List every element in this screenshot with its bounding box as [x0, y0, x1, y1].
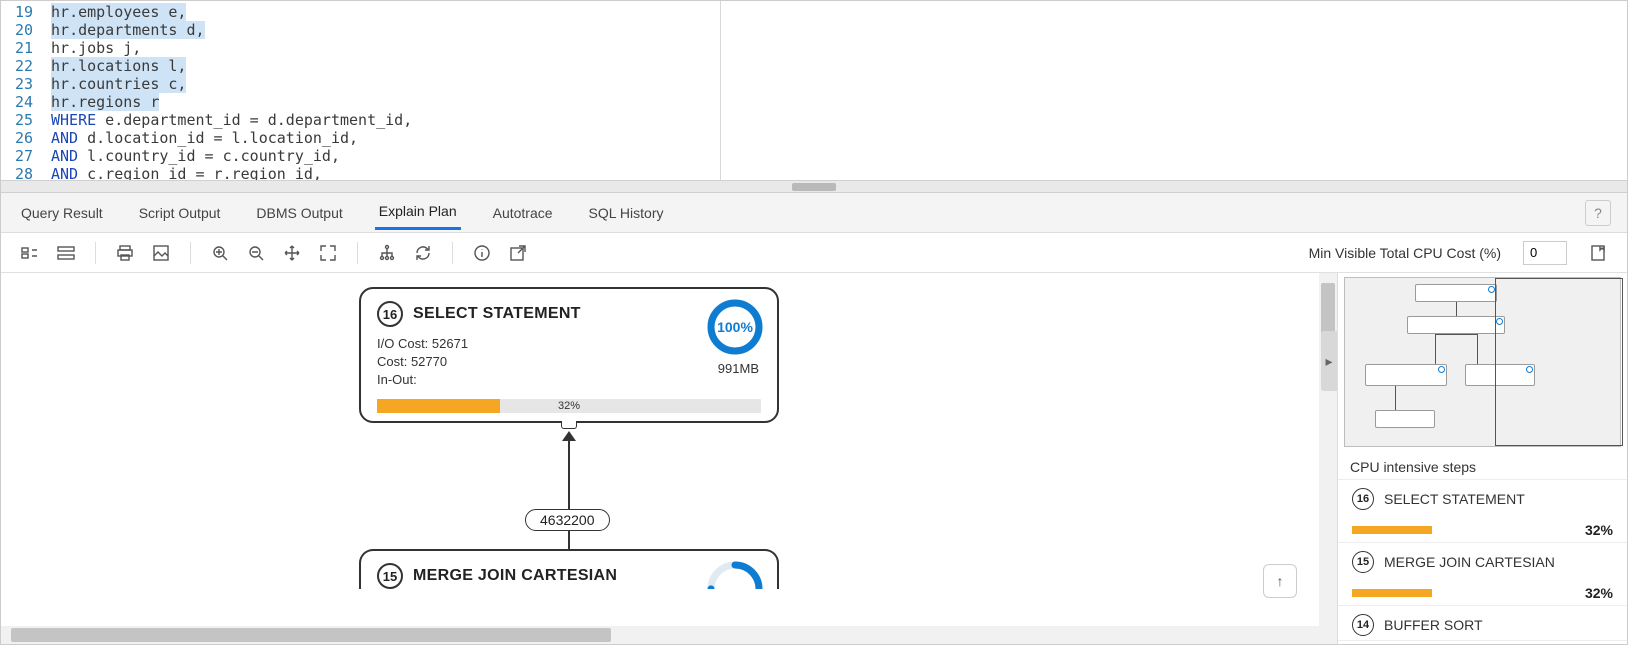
help-button[interactable]: ? — [1585, 200, 1611, 226]
horizontal-splitter[interactable] — [1, 181, 1627, 193]
collapse-all-icon[interactable] — [19, 242, 41, 264]
plan-minimap[interactable] — [1344, 277, 1621, 447]
output-tabs: Query Result Script Output DBMS Output Expl… — [1, 193, 1627, 233]
step-number-badge: 16 — [377, 301, 403, 327]
scrollbar-thumb[interactable] — [11, 628, 611, 642]
tab-script-output[interactable]: Script Output — [135, 197, 225, 229]
tab-autotrace[interactable]: Autotrace — [489, 197, 557, 229]
zoom-out-icon[interactable] — [245, 242, 267, 264]
sql-editor[interactable]: 19hr.employees e,20hr.departments d,21hr… — [1, 1, 721, 180]
code-line[interactable]: 22hr.locations l, — [11, 57, 720, 75]
code-line[interactable]: 26AND d.location_id = l.location_id, — [11, 129, 720, 147]
line-number: 23 — [11, 75, 51, 93]
editor-pane: 19hr.employees e,20hr.departments d,21hr… — [1, 1, 1627, 181]
arrow-up-icon: ↑ — [1277, 573, 1284, 589]
tab-dbms-output[interactable]: DBMS Output — [252, 197, 346, 229]
vertical-scrollbar[interactable] — [1319, 273, 1337, 644]
open-external-icon[interactable] — [507, 242, 529, 264]
plan-node-size: 991MB — [718, 361, 759, 376]
app-root: 19hr.employees e,20hr.departments d,21hr… — [0, 0, 1628, 645]
cpu-step-item[interactable]: 16 SELECT STATEMENT 32% — [1338, 480, 1627, 543]
pan-icon[interactable] — [281, 242, 303, 264]
line-number: 27 — [11, 147, 51, 165]
plan-node-15[interactable]: 15 MERGE JOIN CARTESIAN — [359, 549, 779, 589]
side-panel-collapse-handle[interactable]: ▸ — [1321, 331, 1337, 391]
editor-right-pane — [721, 1, 1627, 180]
tree-layout-icon[interactable] — [376, 242, 398, 264]
horizontal-scrollbar[interactable] — [1, 626, 1319, 644]
cpu-steps-panel: CPU intensive steps 16 SELECT STATEMENT 32… — [1337, 273, 1627, 644]
cpu-mini-bar — [1352, 526, 1432, 534]
cpu-step-item[interactable]: 15 MERGE JOIN CARTESIAN 32% — [1338, 543, 1627, 606]
code-line[interactable]: 24hr.regions r — [11, 93, 720, 111]
help-icon: ? — [1594, 205, 1602, 221]
zoom-in-icon[interactable] — [209, 242, 231, 264]
line-number: 22 — [11, 57, 51, 75]
refresh-icon[interactable] — [412, 242, 434, 264]
step-number-badge: 16 — [1352, 488, 1374, 510]
print-icon[interactable] — [114, 242, 136, 264]
step-number-badge: 14 — [1352, 614, 1374, 636]
plan-node-title: MERGE JOIN CARTESIAN — [413, 567, 617, 585]
info-icon[interactable] — [471, 242, 493, 264]
code-line[interactable]: 28AND c.region_id = r.region_id, — [11, 165, 720, 180]
cpu-step-item[interactable]: 14 BUFFER SORT — [1338, 606, 1627, 641]
plan-node-16[interactable]: 16 SELECT STATEMENT I/O Cost: 52671Cost: 5… — [359, 287, 779, 423]
plan-node-title: SELECT STATEMENT — [413, 305, 581, 323]
fit-screen-icon[interactable] — [317, 242, 339, 264]
edge-cardinality-badge: 4632200 — [525, 509, 610, 531]
notes-icon[interactable] — [1587, 242, 1609, 264]
step-number-badge: 15 — [1352, 551, 1374, 573]
explain-plan-content: 16 SELECT STATEMENT I/O Cost: 52671Cost: 5… — [1, 273, 1627, 644]
cpu-step-pct: 32% — [1585, 522, 1613, 538]
splitter-grip-icon — [792, 183, 836, 191]
code-line[interactable]: 25WHERE e.department_id = d.department_i… — [11, 111, 720, 129]
min-cpu-cost-input[interactable] — [1523, 241, 1567, 265]
cpu-step-name: BUFFER SORT — [1384, 617, 1483, 633]
line-number: 25 — [11, 111, 51, 129]
save-image-icon[interactable] — [150, 242, 172, 264]
min-cpu-cost-label: Min Visible Total CPU Cost (%) — [1309, 245, 1501, 261]
code-line[interactable]: 19hr.employees e, — [11, 3, 720, 21]
cpu-steps-title: CPU intensive steps — [1338, 451, 1627, 479]
cpu-ring-icon: 100% — [707, 299, 763, 355]
cpu-step-name: MERGE JOIN CARTESIAN — [1384, 554, 1555, 570]
line-number: 21 — [11, 39, 51, 57]
explain-toolbar: Min Visible Total CPU Cost (%) — [1, 233, 1627, 273]
line-number: 20 — [11, 21, 51, 39]
line-number: 28 — [11, 165, 51, 180]
cpu-mini-bar — [1352, 589, 1432, 597]
cpu-step-name: SELECT STATEMENT — [1384, 491, 1525, 507]
line-number: 26 — [11, 129, 51, 147]
code-line[interactable]: 23hr.countries c, — [11, 75, 720, 93]
line-number: 24 — [11, 93, 51, 111]
tab-sql-history[interactable]: SQL History — [585, 197, 668, 229]
cpu-steps-list: 16 SELECT STATEMENT 32% 15 MERGE JOIN CARTES… — [1338, 479, 1627, 644]
line-number: 19 — [11, 3, 51, 21]
cpu-bar: 32% — [377, 399, 761, 413]
tab-explain-plan[interactable]: Explain Plan — [375, 195, 461, 230]
expand-all-icon[interactable] — [55, 242, 77, 264]
step-number-badge: 15 — [377, 563, 403, 589]
code-line[interactable]: 20hr.departments d, — [11, 21, 720, 39]
plan-diagram-viewport[interactable]: 16 SELECT STATEMENT I/O Cost: 52671Cost: 5… — [1, 273, 1337, 644]
plan-node-stats: I/O Cost: 52671Cost: 52770In-Out: — [377, 335, 761, 389]
code-line[interactable]: 21hr.jobs j, — [11, 39, 720, 57]
cpu-step-pct: 32% — [1585, 585, 1613, 601]
scroll-to-top-button[interactable]: ↑ — [1263, 564, 1297, 598]
code-line[interactable]: 27AND l.country_id = c.country_id, — [11, 147, 720, 165]
tab-query-result[interactable]: Query Result — [17, 197, 107, 229]
cpu-ring-icon — [707, 561, 763, 589]
